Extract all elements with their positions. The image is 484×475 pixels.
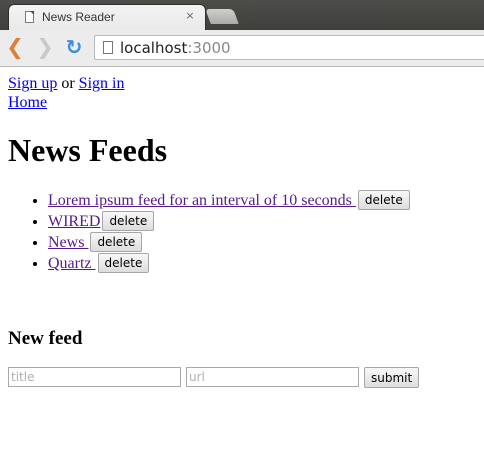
list-item: News delete — [48, 232, 410, 253]
title-input[interactable] — [8, 367, 181, 387]
page-icon — [25, 11, 34, 23]
auth-separator: or — [57, 75, 79, 92]
feed-link[interactable]: News — [48, 234, 88, 251]
home-link[interactable]: Home — [8, 94, 47, 111]
url-input[interactable] — [186, 367, 359, 387]
sign-up-link[interactable]: Sign up — [8, 75, 57, 92]
new-feed-heading: New feed — [8, 328, 83, 349]
delete-button[interactable]: delete — [357, 190, 410, 210]
reload-icon[interactable]: ↻ — [63, 36, 85, 58]
feed-link[interactable]: WIRED — [48, 213, 100, 230]
new-tab-button[interactable] — [205, 9, 239, 24]
tab-title: News Reader — [42, 10, 115, 24]
forward-arrow-icon[interactable]: ❯ — [34, 36, 56, 58]
page-title: News Feeds — [8, 132, 168, 168]
list-item: Quartz delete — [48, 253, 410, 274]
list-item: Lorem ipsum feed for an interval of 10 s… — [48, 190, 410, 211]
new-feed-form: submit — [8, 367, 420, 388]
feed-list: Lorem ipsum feed for an interval of 10 s… — [8, 190, 410, 274]
page-icon — [103, 41, 113, 54]
url-host: localhost — [120, 39, 188, 57]
delete-button[interactable]: delete — [102, 211, 155, 231]
url-text[interactable]: localhost:3000 — [120, 39, 231, 57]
home-nav: Home — [8, 93, 47, 112]
delete-button[interactable]: delete — [97, 253, 150, 273]
delete-button[interactable]: delete — [90, 232, 143, 252]
close-icon[interactable]: × — [183, 9, 197, 23]
browser-tab[interactable]: News Reader × — [8, 4, 206, 30]
back-arrow-icon[interactable]: ❮ — [4, 36, 26, 58]
feed-link[interactable]: Lorem ipsum feed for an interval of 10 s… — [48, 192, 356, 209]
browser-toolbar: ❮ ❯ ↻ localhost:3000 — [0, 30, 484, 67]
browser-titlebar: News Reader × — [0, 0, 484, 30]
address-bar[interactable]: localhost:3000 — [94, 35, 484, 60]
submit-button[interactable]: submit — [364, 367, 420, 388]
url-port: :3000 — [187, 39, 231, 57]
sign-in-link[interactable]: Sign in — [79, 75, 125, 92]
feed-link[interactable]: Quartz — [48, 255, 96, 272]
list-item: WIREDdelete — [48, 211, 410, 232]
auth-links: Sign up or Sign in — [8, 74, 124, 93]
